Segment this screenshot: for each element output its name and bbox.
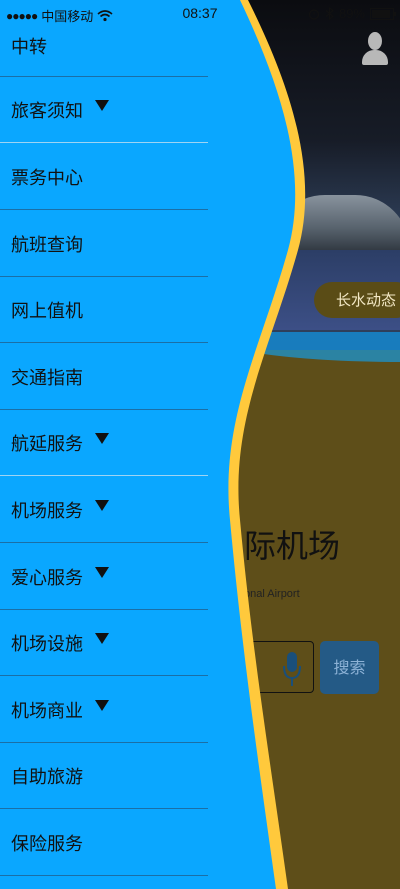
side-drawer: 中转 旅客须知 票务中心 航班查询 网上值机 交通指南 航延服务 机场服务 爱心… (0, 0, 208, 889)
airport-title: 际机场 (244, 527, 341, 565)
menu-item-label: 机场商业 (11, 700, 83, 722)
triangle-down-icon (95, 633, 109, 644)
battery-icon (370, 7, 396, 20)
menu-item-label: 网上值机 (11, 300, 83, 322)
menu-item-care-service[interactable]: 爱心服务 (0, 544, 208, 610)
status-bar: ●●●●● 中国移动 08:37 89% (0, 0, 400, 26)
menu-item-online-checkin[interactable]: 网上值机 (0, 277, 208, 343)
menu-item-label: 票务中心 (11, 167, 83, 189)
avatar-head (368, 32, 382, 50)
menu-item-transfer[interactable]: 中转 (0, 33, 208, 77)
menu-item-label: 机场设施 (11, 633, 83, 655)
triangle-down-icon (95, 700, 109, 711)
menu-item-label: 爱心服务 (11, 567, 83, 589)
menu-item-self-guided-tour[interactable]: 自助旅游 (0, 743, 208, 809)
menu-item-ticketing[interactable]: 票务中心 (0, 144, 208, 210)
menu-item-label: 旅客须知 (11, 100, 83, 122)
menu-item-airport-facilities[interactable]: 机场设施 (0, 610, 208, 676)
battery-fill (372, 9, 390, 18)
menu-item-label: 航延服务 (11, 433, 83, 455)
menu-item-label: 机场服务 (11, 500, 83, 522)
menu-item-passenger-notice[interactable]: 旅客须知 (0, 77, 208, 143)
menu-item-label: 自助旅游 (11, 766, 83, 788)
search-button[interactable]: 搜索 (320, 641, 379, 694)
menu-item-label: 中转 (11, 37, 47, 58)
battery-percent: 89% (338, 6, 365, 21)
search-input[interactable] (240, 641, 314, 693)
menu-item-insurance[interactable]: 保险服务 (0, 810, 208, 876)
menu-item-label: 航班查询 (11, 234, 83, 256)
menu-item-airport-commerce[interactable]: 机场商业 (0, 677, 208, 743)
menu-item-label: 保险服务 (11, 833, 83, 855)
triangle-down-icon (95, 433, 109, 444)
status-right: 89% (308, 6, 396, 21)
microphone-icon[interactable] (283, 650, 301, 688)
alarm-icon (308, 8, 320, 20)
airport-subtitle: onal Airport (244, 588, 300, 600)
user-avatar-icon[interactable] (360, 32, 390, 66)
triangle-down-icon (95, 100, 109, 111)
news-button[interactable]: 长水动态 (314, 282, 400, 318)
menu-item-transport-guide[interactable]: 交通指南 (0, 344, 208, 410)
menu-item-airport-service[interactable]: 机场服务 (0, 477, 208, 543)
menu-item-delay-service[interactable]: 航延服务 (0, 410, 208, 476)
menu-item-label: 交通指南 (11, 367, 83, 389)
avatar-body (362, 50, 388, 65)
triangle-down-icon (95, 500, 109, 511)
bluetooth-icon (325, 7, 334, 20)
triangle-down-icon (95, 567, 109, 578)
menu-item-flight-query[interactable]: 航班查询 (0, 211, 208, 277)
terminal-roof (270, 195, 400, 250)
